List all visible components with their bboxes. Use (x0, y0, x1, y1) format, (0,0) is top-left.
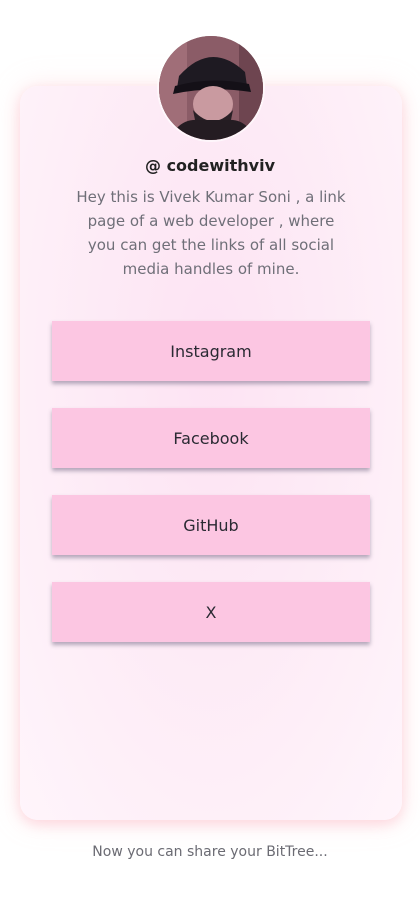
facebook-link-button[interactable]: Facebook (52, 408, 370, 468)
footer-text: Now you can share your BitTree... (92, 844, 328, 860)
profile-handle: @ codewithviv (145, 156, 275, 175)
x-link-button[interactable]: X (52, 582, 370, 642)
profile-bio: Hey this is Vivek Kumar Soni , a link pa… (76, 188, 346, 278)
instagram-link-button[interactable]: Instagram (52, 321, 370, 381)
github-link-button[interactable]: GitHub (52, 495, 370, 555)
profile-avatar (159, 36, 263, 140)
